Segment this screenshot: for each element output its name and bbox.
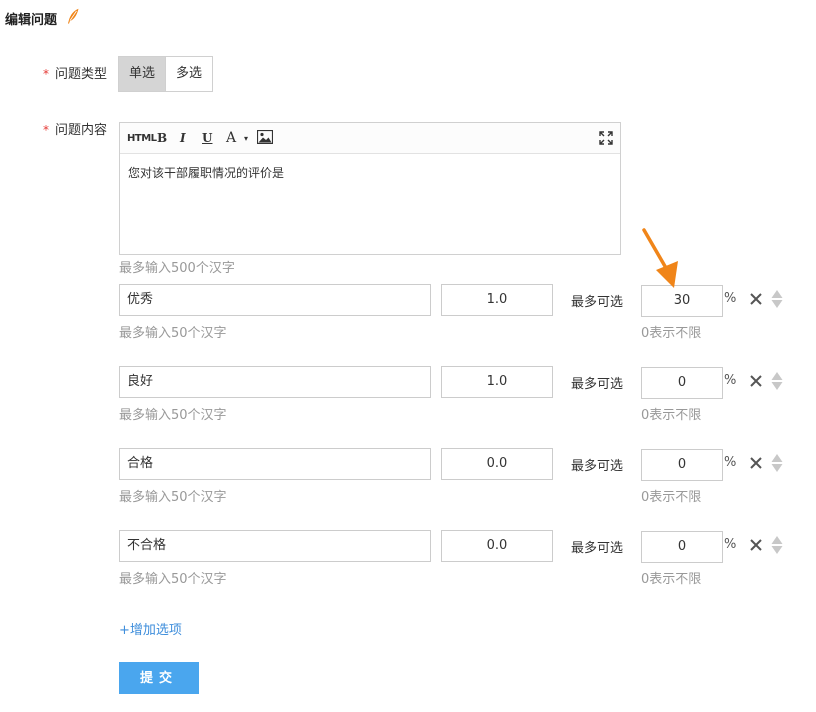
max-select-label: 最多可选 xyxy=(571,459,624,474)
max-select-input[interactable]: 0 xyxy=(641,367,723,399)
max-select-label: 最多可选 xyxy=(571,541,624,556)
question-type-label: * 问题类型 xyxy=(43,67,108,82)
option-score-input[interactable]: 1.0 xyxy=(441,284,553,316)
underline-button[interactable]: U xyxy=(202,123,212,154)
option-name-hint: 最多输入50个汉字 xyxy=(119,408,227,423)
fullscreen-icon[interactable] xyxy=(599,131,613,145)
page-title: 编辑问题 xyxy=(5,13,58,28)
close-icon[interactable] xyxy=(749,456,763,470)
sort-icon[interactable] xyxy=(771,372,783,390)
option-row: 优秀 1.0 最多可选 30 % 最多输入50个汉字 0表示不限 xyxy=(0,284,816,344)
max-select-label: 最多可选 xyxy=(571,377,624,392)
sort-icon[interactable] xyxy=(771,290,783,308)
required-mark: * xyxy=(43,123,49,137)
max-select-hint: 0表示不限 xyxy=(641,572,702,587)
percent-unit: % xyxy=(724,455,737,470)
option-row: 良好 1.0 最多可选 0 % 最多输入50个汉字 0表示不限 xyxy=(0,366,816,426)
editor-content[interactable]: 您对该干部履职情况的评价是 xyxy=(120,154,620,191)
sort-icon[interactable] xyxy=(771,454,783,472)
percent-unit: % xyxy=(724,373,737,388)
editor-toolbar: HTML B I U A ▾ xyxy=(120,123,620,154)
max-select-hint: 0表示不限 xyxy=(641,326,702,341)
chevron-down-icon[interactable]: ▾ xyxy=(244,123,248,154)
image-icon[interactable] xyxy=(256,129,274,145)
option-row: 不合格 0.0 最多可选 0 % 最多输入50个汉字 0表示不限 xyxy=(0,530,816,590)
option-score-input[interactable]: 0.0 xyxy=(441,530,553,562)
percent-unit: % xyxy=(724,537,737,552)
close-icon[interactable] xyxy=(749,374,763,388)
question-content-label: * 问题内容 xyxy=(43,123,108,138)
bold-button[interactable]: B xyxy=(157,123,167,154)
option-name-input[interactable]: 优秀 xyxy=(119,284,431,316)
option-row: 合格 0.0 最多可选 0 % 最多输入50个汉字 0表示不限 xyxy=(0,448,816,508)
required-mark: * xyxy=(43,67,49,81)
percent-unit: % xyxy=(724,291,737,306)
content-hint: 最多输入500个汉字 xyxy=(119,261,235,276)
rich-text-editor: HTML B I U A ▾ 您对该干部履职情况的评价是 xyxy=(119,122,621,255)
option-name-input[interactable]: 不合格 xyxy=(119,530,431,562)
max-select-hint: 0表示不限 xyxy=(641,408,702,423)
option-score-input[interactable]: 1.0 xyxy=(441,366,553,398)
submit-button[interactable]: 提交 xyxy=(119,662,199,694)
close-icon[interactable] xyxy=(749,292,763,306)
close-icon[interactable] xyxy=(749,538,763,552)
option-name-hint: 最多输入50个汉字 xyxy=(119,572,227,587)
single-choice-button[interactable]: 单选 xyxy=(119,57,167,91)
option-name-hint: 最多输入50个汉字 xyxy=(119,490,227,505)
font-color-button[interactable]: A xyxy=(226,123,236,154)
option-name-hint: 最多输入50个汉字 xyxy=(119,326,227,341)
add-option-link[interactable]: +增加选项 xyxy=(119,619,182,638)
max-select-input[interactable]: 0 xyxy=(641,449,723,481)
option-score-input[interactable]: 0.0 xyxy=(441,448,553,480)
option-name-input[interactable]: 合格 xyxy=(119,448,431,480)
max-select-input[interactable]: 0 xyxy=(641,531,723,563)
sort-icon[interactable] xyxy=(771,536,783,554)
question-type-toggle: 单选 多选 xyxy=(118,56,214,92)
annotation-arrow-icon xyxy=(642,228,678,288)
multiple-choice-button[interactable]: 多选 xyxy=(166,57,213,91)
option-name-input[interactable]: 良好 xyxy=(119,366,431,398)
max-select-label: 最多可选 xyxy=(571,295,624,310)
html-source-button[interactable]: HTML xyxy=(127,123,157,154)
feather-pen-icon xyxy=(68,8,79,24)
italic-button[interactable]: I xyxy=(180,123,186,154)
max-select-hint: 0表示不限 xyxy=(641,490,702,505)
